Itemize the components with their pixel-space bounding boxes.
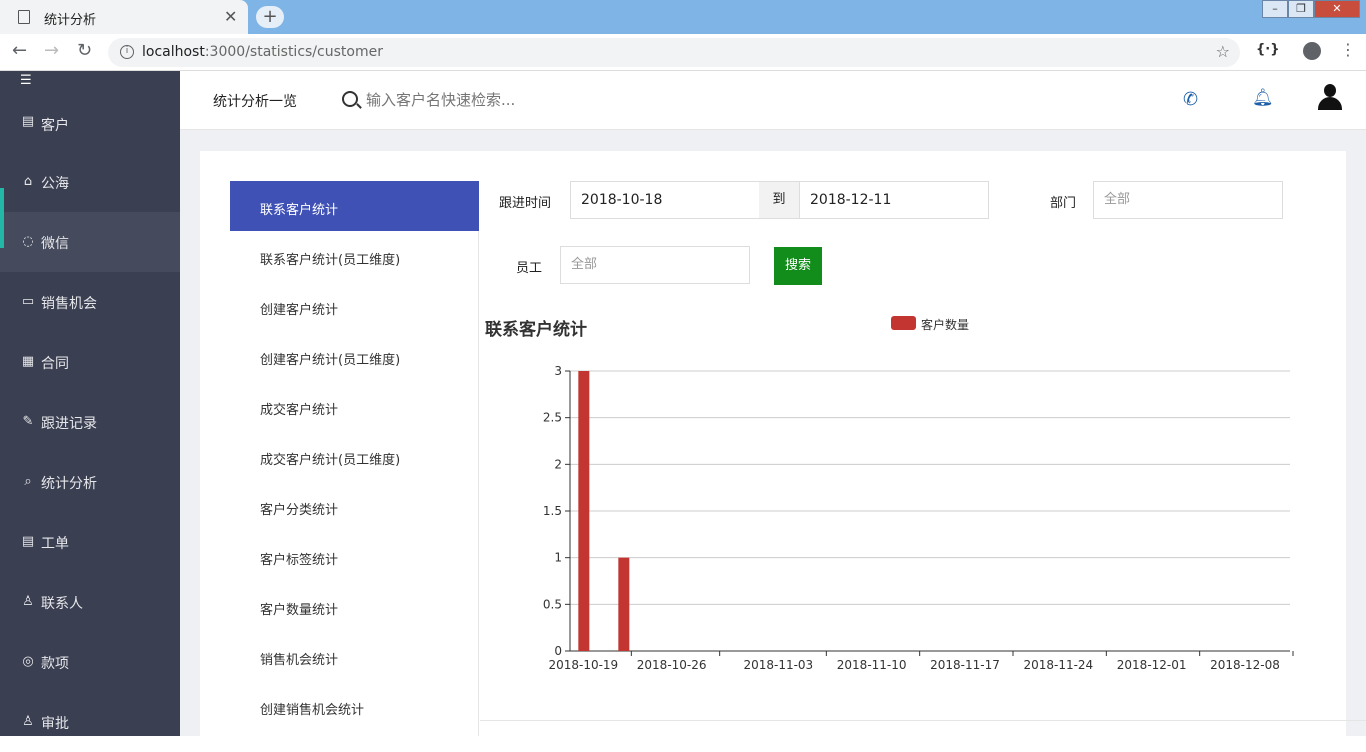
y-tick-label: 3 xyxy=(554,364,562,378)
page-icon xyxy=(18,10,30,24)
sidebar-item-contacts[interactable]: ♙ 联系人 xyxy=(0,572,180,632)
follow-time-label: 跟进时间 xyxy=(499,196,552,211)
stat-item-created-customers[interactable]: 创建客户统计 xyxy=(230,281,479,331)
search-icon: ⌕ xyxy=(24,474,32,489)
sidebar-item-opportunity[interactable]: ▭ 销售机会 xyxy=(0,272,180,332)
date-from-input[interactable]: 2018-10-18 xyxy=(570,181,760,219)
info-icon[interactable]: i xyxy=(120,45,134,59)
browser-tab[interactable]: 统计分析 ✕ xyxy=(0,0,248,34)
url-field[interactable]: i localhost:3000/statistics/customer ☆ xyxy=(108,38,1240,67)
dept-label: 部门 xyxy=(1050,196,1077,211)
sidebar-item-customer[interactable]: ▤ 客户 xyxy=(0,92,180,152)
search-icon xyxy=(342,91,358,107)
sidebar-item-statistics[interactable]: ⌕ 统计分析 xyxy=(0,452,180,512)
y-tick-label: 0 xyxy=(554,644,562,658)
approve-icon: ♙ xyxy=(22,714,34,729)
customer-search-input[interactable] xyxy=(364,87,664,113)
staff-select[interactable]: 全部 xyxy=(560,246,750,284)
window-close-icon[interactable]: ✕ xyxy=(1314,0,1360,18)
chart-title: 联系客户统计 xyxy=(485,320,587,340)
panel-divider xyxy=(480,720,1366,736)
maximize-icon[interactable]: ❐ xyxy=(1288,0,1314,18)
browser-menu-icon[interactable]: ⋮ xyxy=(1340,40,1356,59)
sidebar-item-payments[interactable]: ◎ 款项 xyxy=(0,632,180,692)
to-label: 到 xyxy=(759,181,799,219)
stat-item-customer-tags[interactable]: 客户标签统计 xyxy=(230,531,479,581)
legend-label[interactable]: 客户数量 xyxy=(921,316,969,333)
sidebar-item-ticket[interactable]: ▤ 工单 xyxy=(0,512,180,572)
browser-chrome: 统计分析 ✕ + – ❐ ✕ ← → ↻ i localhost:3000/st… xyxy=(0,0,1366,71)
legend-swatch[interactable] xyxy=(891,316,916,330)
y-tick-label: 0.5 xyxy=(543,597,562,611)
x-tick-label: 2018-11-24 xyxy=(1023,658,1093,672)
sidebar: ☰ ▤ 客户 ⌂ 公海 ◌ 微信 ▭ 销售机会 ▦ 合同 ✎ 跟进记录 ⌕ 统计… xyxy=(0,71,180,736)
new-tab-button[interactable]: + xyxy=(256,6,284,28)
stat-item-customer-category[interactable]: 客户分类统计 xyxy=(230,481,479,531)
statistics-menu: 联系客户统计 联系客户统计(员工维度) 创建客户统计 创建客户统计(员工维度) … xyxy=(230,181,479,736)
y-tick-label: 1 xyxy=(554,551,562,565)
briefcase-icon: ▭ xyxy=(21,294,35,309)
account-icon[interactable] xyxy=(1303,42,1321,60)
y-tick-label: 1.5 xyxy=(543,504,562,518)
bar-chart: 0 0.5 1 1.5 2 2.5 3 2018-10-19 2018-10-26 2018-11… xyxy=(543,364,1294,672)
x-tick-label: 2018-12-01 xyxy=(1117,658,1187,672)
ticket-icon: ▤ xyxy=(21,534,35,549)
x-tick-label: 2018-12-08 xyxy=(1210,658,1280,672)
stat-item-created-customers-staff[interactable]: 创建客户统计(员工维度) xyxy=(230,331,479,381)
y-tick-label: 2 xyxy=(554,457,562,471)
stat-item-closed-customers[interactable]: 成交客户统计 xyxy=(230,381,479,431)
sidebar-toggle-icon[interactable]: ☰ xyxy=(20,73,32,88)
minimize-icon[interactable]: – xyxy=(1262,0,1288,18)
page-title[interactable]: 统计分析一览 xyxy=(213,91,297,111)
tab-title: 统计分析 xyxy=(44,13,97,28)
staff-label: 员工 xyxy=(516,261,543,276)
x-tick-label: 2018-11-03 xyxy=(743,658,813,672)
dept-select[interactable]: 全部 xyxy=(1093,181,1283,219)
user-avatar-icon[interactable] xyxy=(1318,84,1342,110)
sidebar-item-public-pool[interactable]: ⌂ 公海 xyxy=(0,152,180,212)
address-bar: ← → ↻ i localhost:3000/statistics/custom… xyxy=(0,34,1366,71)
date-to-input[interactable]: 2018-12-11 xyxy=(799,181,989,219)
stat-item-opportunities[interactable]: 销售机会统计 xyxy=(230,631,479,681)
url-text: localhost:3000/statistics/customer xyxy=(142,44,383,60)
phone-icon[interactable]: ✆ xyxy=(1183,89,1198,110)
money-icon: ◎ xyxy=(22,654,34,669)
person-icon: ♙ xyxy=(22,594,34,609)
basket-icon: ⌂ xyxy=(23,174,33,189)
bar xyxy=(618,557,630,651)
edit-icon: ✎ xyxy=(22,414,34,429)
bar xyxy=(578,371,590,651)
x-tick-label: 2018-10-26 xyxy=(637,658,707,672)
sidebar-item-contract[interactable]: ▦ 合同 xyxy=(0,332,180,392)
x-tick-label: 2018-11-17 xyxy=(930,658,1000,672)
bookmark-star-icon[interactable]: ☆ xyxy=(1216,42,1230,61)
y-tick-label: 2.5 xyxy=(543,411,562,425)
sidebar-item-wechat[interactable]: ◌ 微信 xyxy=(0,188,180,272)
contract-icon: ▦ xyxy=(21,354,35,369)
stat-item-contact-customers-staff[interactable]: 联系客户统计(员工维度) xyxy=(230,231,479,281)
x-tick-label: 2018-11-10 xyxy=(837,658,907,672)
bell-icon[interactable]: 🔔︎ xyxy=(1252,88,1274,108)
stat-item-closed-customers-staff[interactable]: 成交客户统计(员工维度) xyxy=(230,431,479,481)
back-icon[interactable]: ← xyxy=(12,40,27,61)
close-tab-icon[interactable]: ✕ xyxy=(224,7,237,26)
tab-strip: 统计分析 ✕ + – ❐ ✕ xyxy=(0,0,1366,34)
x-tick-label: 2018-10-19 xyxy=(548,658,618,672)
wechat-icon: ◌ xyxy=(22,234,34,249)
sidebar-item-followup[interactable]: ✎ 跟进记录 xyxy=(0,392,180,452)
forward-icon[interactable]: → xyxy=(44,40,59,61)
stat-item-contact-customers[interactable]: 联系客户统计 xyxy=(230,181,479,231)
stat-item-customer-count[interactable]: 客户数量统计 xyxy=(230,581,479,631)
search-button[interactable]: 搜索 xyxy=(774,247,822,285)
extension-icon[interactable]: {·} xyxy=(1256,42,1279,57)
top-bar: 统计分析一览 ✆ 🔔︎ xyxy=(180,71,1366,130)
stat-item-created-opportunities[interactable]: 创建销售机会统计 xyxy=(230,681,479,731)
doc-icon: ▤ xyxy=(21,114,35,129)
reload-icon[interactable]: ↻ xyxy=(77,40,92,61)
sidebar-item-approval[interactable]: ♙ 审批 xyxy=(0,692,180,752)
